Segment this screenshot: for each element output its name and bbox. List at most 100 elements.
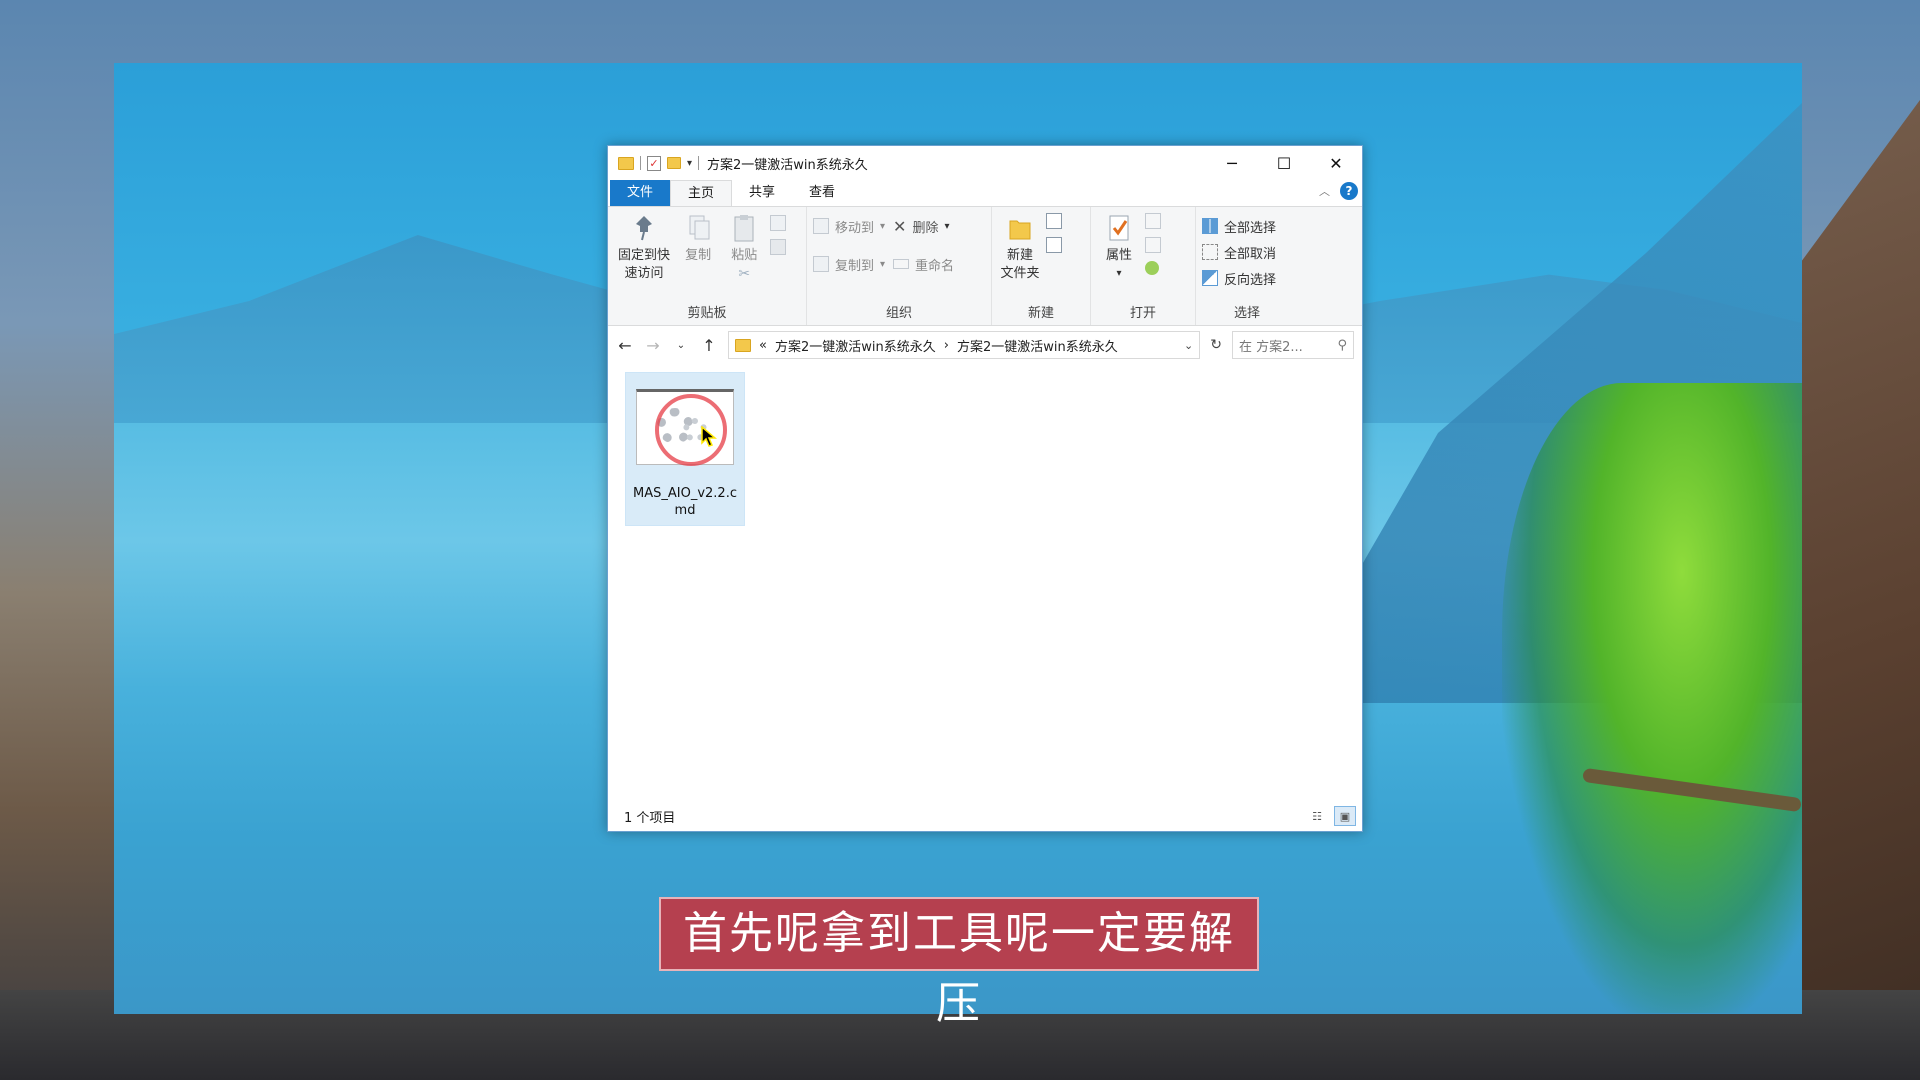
tab-view[interactable]: 查看 — [792, 180, 852, 206]
copy-icon — [684, 213, 712, 243]
delete-chevron-icon: ▾ — [944, 220, 950, 232]
refresh-icon[interactable]: ↻ — [1210, 337, 1222, 353]
paste-label: 粘贴 — [731, 248, 758, 263]
group-open: 属性 ▾ 打开 — [1091, 207, 1196, 325]
select-all-icon — [1202, 218, 1218, 234]
close-button[interactable]: ✕ — [1310, 146, 1362, 180]
copy-button[interactable]: 复制 — [678, 213, 718, 265]
recent-locations-chevron-icon[interactable]: ⌄ — [672, 340, 690, 351]
rename-label: 重命名 — [915, 258, 955, 274]
copy-to-button[interactable]: 复制到 ▾ — [813, 251, 885, 277]
address-bar[interactable]: « 方案2一键激活win系统永久 › 方案2一键激活win系统永久 ⌄ — [728, 331, 1201, 359]
file-list: MAS_AIO_v2.2.cmd — [608, 364, 1362, 792]
window-title: 方案2一键激活win系统永久 — [707, 157, 868, 173]
pin-icon — [630, 213, 658, 243]
new-group-label: 新建 — [1027, 306, 1054, 321]
paste-button[interactable]: 粘贴 ✂ — [722, 213, 766, 283]
collapse-ribbon-icon[interactable]: ︿ — [1319, 183, 1330, 199]
new-item-icon[interactable] — [1046, 213, 1063, 229]
select-all-button[interactable]: 全部选择 — [1202, 213, 1292, 239]
move-to-button[interactable]: 移动到 ▾ — [813, 213, 885, 239]
quick-access-toolbar: ✓ ▾ — [618, 155, 700, 171]
select-none-icon — [1202, 244, 1218, 260]
copy-to-chevron-icon: ▾ — [880, 258, 886, 270]
breadcrumb-item-current[interactable]: 方案2一键激活win系统永久 — [957, 336, 1118, 355]
toolbar-separator — [640, 156, 641, 170]
select-none-button[interactable]: 全部取消 — [1202, 239, 1292, 265]
customize-toolbar-chevron-icon[interactable]: ▾ — [687, 158, 692, 169]
file-explorer-window: ✓ ▾ 方案2一键激活win系统永久 ─ ☐ ✕ 文件 主页 共享 查看 ︿ ?… — [607, 145, 1363, 832]
edit-icon[interactable] — [1145, 237, 1162, 253]
history-icon[interactable] — [1145, 261, 1160, 275]
navigation-bar: ← → ⌄ ↑ « 方案2一键激活win系统永久 › 方案2一键激活win系统永… — [608, 326, 1362, 364]
pin-label-line2: 速访问 — [624, 266, 664, 281]
details-view-icon[interactable]: ☷ — [1306, 806, 1328, 826]
properties-check-icon[interactable]: ✓ — [647, 155, 661, 171]
move-to-label: 移动到 — [835, 220, 875, 236]
move-to-icon — [813, 218, 829, 234]
tab-file[interactable]: 文件 — [610, 180, 671, 206]
group-clipboard: 固定到快 速访问 复制 粘贴 ✂ 剪贴板 — [608, 207, 807, 325]
ribbon-tabs: 文件 主页 共享 查看 ︿ ? — [608, 180, 1362, 206]
breadcrumb-overflow[interactable]: « — [759, 338, 767, 353]
new-folder-label-line1: 新建 — [1006, 248, 1033, 263]
new-folder-label-line2: 文件夹 — [1000, 266, 1040, 281]
file-item[interactable]: MAS_AIO_v2.2.cmd — [625, 372, 745, 526]
copy-path-icon[interactable] — [770, 215, 787, 231]
toolbar-separator — [698, 156, 700, 170]
forward-arrow-icon[interactable]: → — [644, 336, 662, 355]
delete-icon: ✕ — [893, 216, 907, 236]
select-none-label: 全部取消 — [1224, 246, 1277, 262]
video-subtitle: 首先呢拿到工具呢一定要解压 — [659, 897, 1259, 1029]
search-input[interactable]: 在 方案2... ⚲ — [1232, 331, 1354, 359]
paste-shortcut-icon[interactable] — [770, 239, 787, 255]
tab-home[interactable]: 主页 — [670, 180, 733, 206]
new-folder-icon[interactable] — [667, 157, 681, 169]
delete-label: 删除 — [912, 220, 939, 236]
breadcrumb-item[interactable]: 方案2一键激活win系统永久 — [775, 336, 936, 355]
search-icon: ⚲ — [1337, 337, 1347, 353]
address-history-chevron-icon[interactable]: ⌄ — [1178, 339, 1199, 352]
group-organize: 移动到 ▾ 复制到 ▾ ✕ 删除 ▾ 重命名 组织 — [807, 207, 992, 325]
properties-icon — [1105, 213, 1133, 243]
back-arrow-icon[interactable]: ← — [616, 336, 634, 355]
new-folder-button[interactable]: 新建 文件夹 — [998, 213, 1042, 283]
cut-icon[interactable]: ✂ — [738, 265, 750, 283]
maximize-button[interactable]: ☐ — [1258, 146, 1310, 180]
cmd-script-icon — [636, 389, 734, 466]
ribbon: 固定到快 速访问 复制 粘贴 ✂ 剪贴板 移动到 ▾ 复制到 ▾ ✕ 删除 ▾ … — [608, 206, 1362, 326]
properties-chevron-icon: ▾ — [1116, 268, 1122, 279]
large-icons-view-icon[interactable]: ▣ — [1334, 806, 1356, 826]
delete-button[interactable]: ✕ 删除 ▾ — [893, 213, 954, 239]
help-icon[interactable]: ? — [1340, 182, 1358, 200]
invert-selection-button[interactable]: 反向选择 — [1202, 265, 1292, 291]
properties-button[interactable]: 属性 ▾ — [1097, 213, 1141, 283]
select-all-label: 全部选择 — [1224, 220, 1277, 236]
group-new: 新建 文件夹 新建 — [992, 207, 1091, 325]
new-folder-icon — [1006, 213, 1034, 243]
select-group-label: 选择 — [1233, 306, 1260, 321]
folder-icon — [735, 338, 751, 352]
file-name: MAS_AIO_v2.2.cmd — [633, 486, 737, 518]
copy-to-label: 复制到 — [835, 258, 875, 274]
minimize-button[interactable]: ─ — [1206, 146, 1258, 180]
rename-button[interactable]: 重命名 — [893, 251, 954, 277]
properties-label: 属性 — [1105, 248, 1132, 263]
copy-to-icon — [813, 256, 829, 272]
invert-selection-label: 反向选择 — [1224, 272, 1277, 288]
status-bar: 1 个项目 ☷ ▣ — [608, 801, 1362, 831]
pin-label-line1: 固定到快 — [617, 248, 670, 263]
organize-group-label: 组织 — [885, 306, 912, 321]
clipboard-group-label: 剪贴板 — [687, 306, 727, 321]
search-placeholder: 在 方案2... — [1239, 339, 1303, 355]
rename-icon — [893, 259, 910, 269]
breadcrumb-separator-icon[interactable]: › — [944, 338, 949, 353]
up-arrow-icon[interactable]: ↑ — [700, 336, 718, 355]
folder-icon — [618, 156, 634, 170]
invert-selection-icon — [1202, 270, 1218, 286]
tab-share[interactable]: 共享 — [732, 180, 792, 206]
pin-quick-access-button[interactable]: 固定到快 速访问 — [614, 213, 674, 283]
open-icon[interactable] — [1145, 213, 1162, 229]
title-bar: ✓ ▾ 方案2一键激活win系统永久 ─ ☐ ✕ — [608, 146, 1362, 180]
easy-access-icon[interactable] — [1046, 237, 1063, 253]
